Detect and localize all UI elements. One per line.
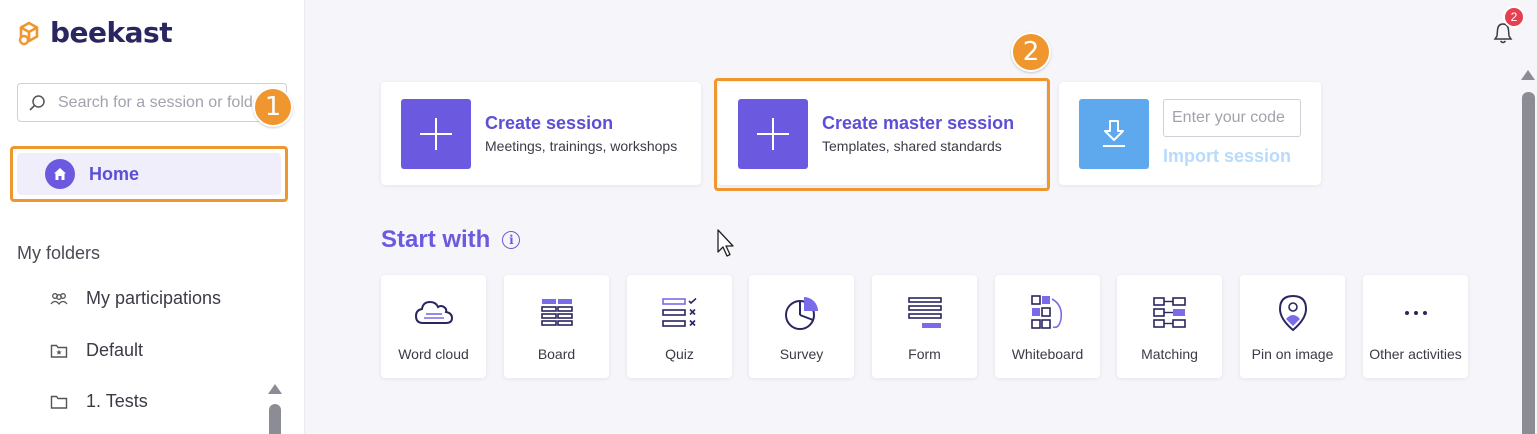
app-root: beekast Home My folders: [0, 0, 1537, 434]
more-dots-icon: [1404, 295, 1428, 331]
matching-icon: [1152, 295, 1187, 331]
search-input[interactable]: [58, 93, 278, 112]
activity-form[interactable]: Form: [872, 275, 977, 378]
main-scroll-up-arrow[interactable]: [1521, 70, 1535, 80]
search-icon: [29, 94, 45, 111]
sidebar-scrollbar[interactable]: [269, 404, 281, 434]
activity-word-cloud[interactable]: Word cloud: [381, 275, 486, 378]
quiz-icon: [661, 295, 698, 331]
beekast-logo-icon: [18, 21, 39, 45]
notification-count-badge: 2: [1503, 6, 1525, 28]
home-label: Home: [89, 163, 140, 184]
sidebar: beekast Home My folders: [0, 0, 305, 434]
activity-label: Survey: [779, 346, 824, 362]
activity-board[interactable]: Board: [504, 275, 609, 378]
download-icon[interactable]: [1079, 98, 1149, 169]
folder-icon: [50, 395, 68, 409]
activity-label: Form: [908, 346, 941, 362]
start-with-title: Start with i: [381, 226, 521, 254]
sidebar-item-default[interactable]: Default: [50, 340, 143, 361]
folder-label: Default: [86, 340, 144, 360]
activity-survey[interactable]: Survey: [749, 275, 854, 378]
board-icon: [540, 295, 573, 331]
whiteboard-icon: [1030, 295, 1065, 331]
beekast-logo[interactable]: beekast: [16, 16, 173, 49]
create-session-title: Create session: [485, 113, 614, 133]
pie-chart-icon: [784, 295, 820, 331]
home-item-inner: Home: [17, 153, 281, 195]
activity-label: Pin on image: [1251, 346, 1334, 362]
activity-label: Word cloud: [398, 346, 469, 362]
folder-label: 1. Tests: [86, 391, 148, 411]
activity-label: Other activities: [1369, 346, 1462, 362]
master-session-highlight: [714, 78, 1050, 191]
import-session-card: Import session: [1059, 82, 1321, 185]
activity-label: Quiz: [665, 346, 694, 362]
create-session-card[interactable]: Create session Meetings, trainings, work…: [381, 82, 701, 185]
activity-quiz[interactable]: Quiz: [627, 275, 732, 378]
logo-wordmark: beekast: [50, 16, 173, 49]
sidebar-item-tests[interactable]: 1. Tests: [50, 391, 148, 412]
activity-other-activities[interactable]: Other activities: [1363, 275, 1468, 378]
home-icon: [45, 159, 75, 189]
activity-matching[interactable]: Matching: [1117, 275, 1222, 378]
activity-label: Whiteboard: [1011, 346, 1084, 362]
form-icon: [907, 295, 942, 331]
folder-star-icon: [50, 344, 68, 358]
my-folders-title: My folders: [17, 243, 101, 263]
activity-pin-on-image[interactable]: Pin on image: [1240, 275, 1345, 378]
cloud-icon: [413, 295, 455, 331]
sidebar-scroll-up-arrow[interactable]: [268, 384, 282, 394]
mouse-cursor-icon: [717, 229, 734, 257]
sidebar-item-home[interactable]: Home: [10, 146, 288, 202]
activity-label: Board: [537, 346, 576, 362]
create-session-subtitle: Meetings, trainings, workshops: [485, 138, 678, 154]
folder-label: My participations: [86, 288, 222, 308]
sidebar-item-my-participations[interactable]: My participations: [50, 288, 221, 309]
step-badge-2: 2: [1011, 32, 1051, 72]
pin-icon: [1277, 294, 1309, 332]
activity-label: Matching: [1141, 346, 1198, 362]
step-badge-1: 1: [253, 87, 293, 127]
create-session-text: Create session Meetings, trainings, work…: [485, 113, 677, 154]
import-session-button[interactable]: Import session: [1163, 146, 1291, 167]
start-with-label: Start with: [381, 226, 491, 253]
main-scrollbar[interactable]: [1522, 92, 1535, 434]
plus-icon: [401, 98, 471, 169]
search-box[interactable]: [17, 83, 287, 122]
participants-icon: [50, 292, 68, 305]
activity-whiteboard[interactable]: Whiteboard: [995, 275, 1100, 378]
session-code-input[interactable]: [1163, 99, 1301, 137]
info-icon[interactable]: i: [502, 231, 521, 249]
